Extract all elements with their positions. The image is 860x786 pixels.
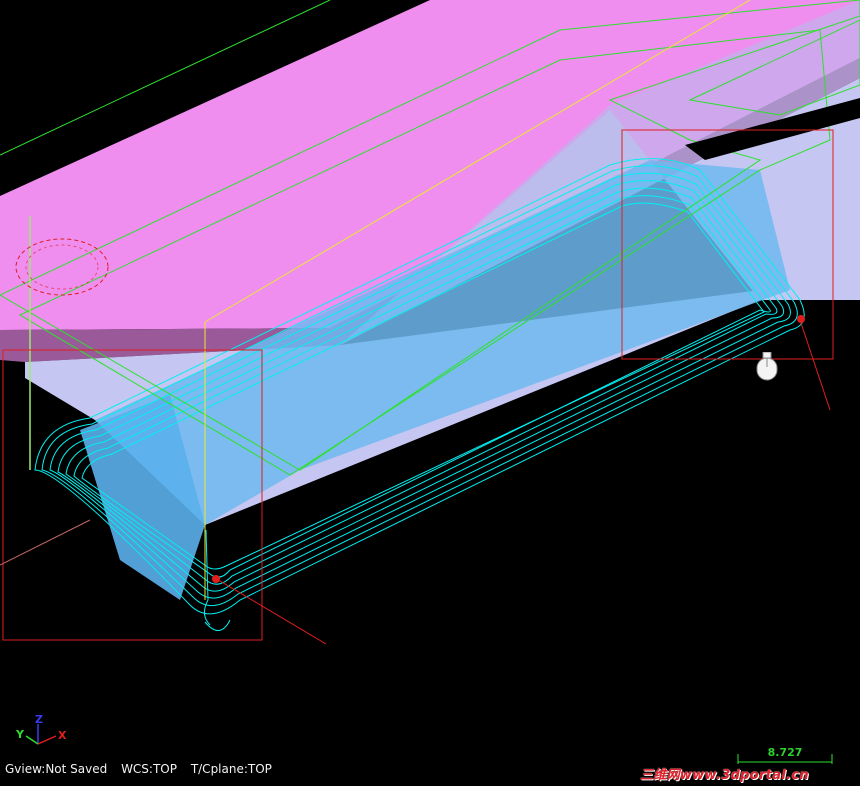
axis-label-y: Y [16,728,24,741]
viewport-status-bar: Gview:Not Saved WCS:TOP T/Cplane:TOP [5,762,282,776]
graphics-viewport[interactable]: Z Y X 8.727 Gview:Not Saved WCS:TOP T/Cp… [0,0,860,786]
entry-point-left [212,575,220,583]
leader-line-left [214,577,327,645]
axis-triad-icon: Z Y X [14,712,74,752]
entry-point-right [797,315,805,323]
mouse-cursor-icon [756,352,778,381]
gview-status: Gview:Not Saved [5,762,108,776]
axis-label-z: Z [35,713,43,726]
leader-line-right [799,319,831,411]
cplane-status: T/Cplane:TOP [190,762,272,776]
cam-3d-scene[interactable] [0,0,860,786]
axis-label-x: X [58,729,67,742]
leader-line-bottom [0,519,91,566]
site-watermark: 三维网www.3dportal.cn [640,768,809,783]
scale-bar: 8.727 [737,746,833,766]
wcs-status: WCS:TOP [121,762,177,776]
